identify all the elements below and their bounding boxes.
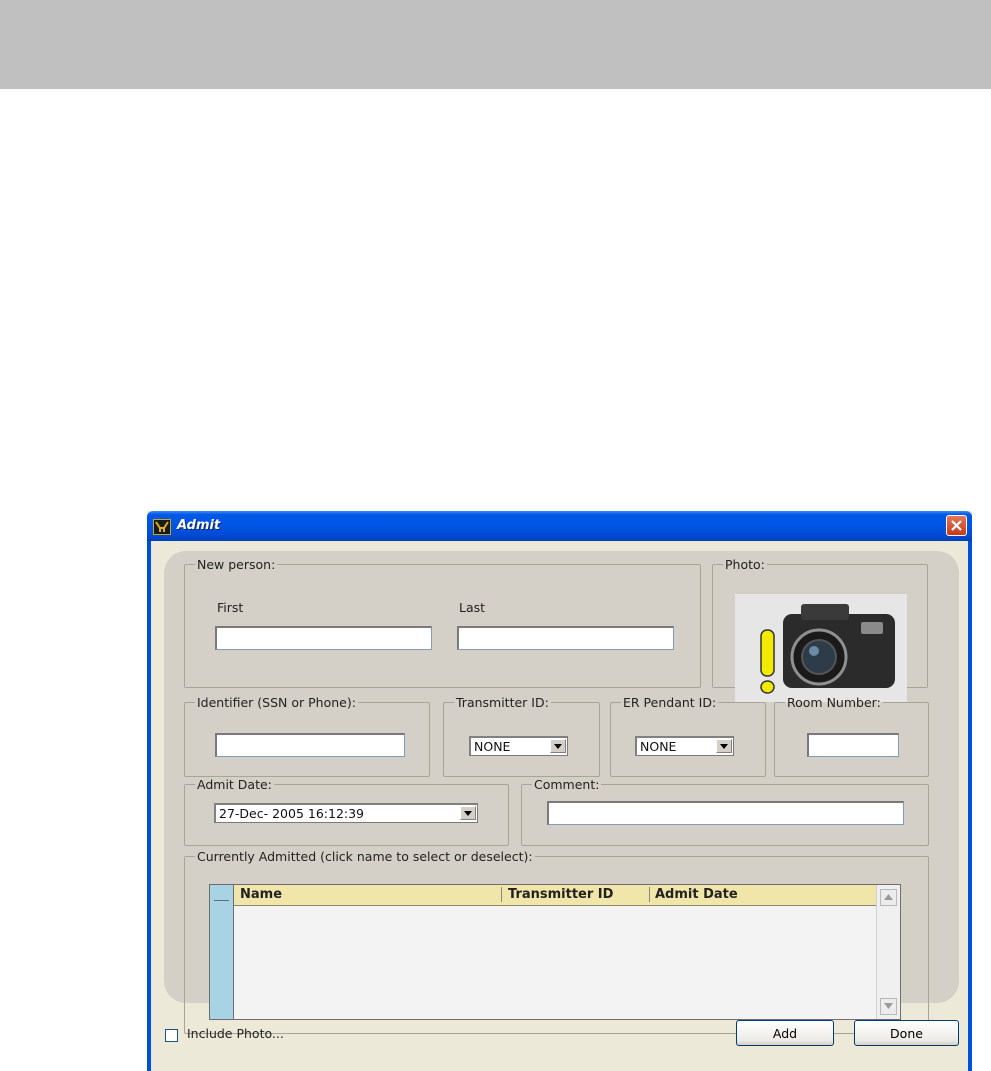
er-pendant-id-select[interactable]: NONE — [635, 736, 734, 756]
identifier-group: Identifier (SSN or Phone): — [184, 695, 430, 777]
currently-admitted-group: Currently Admitted (click name to select… — [184, 849, 929, 1034]
admit-date-picker[interactable]: 27-Dec- 2005 16:12:39 — [214, 803, 478, 823]
new-person-legend: New person: — [197, 557, 276, 572]
er-pendant-dropdown-button[interactable] — [716, 739, 732, 753]
transmitter-dropdown-button[interactable] — [550, 739, 566, 753]
scroll-down-button[interactable] — [880, 998, 897, 1015]
last-name-label: Last — [459, 600, 486, 615]
warning-exclamation-icon — [760, 629, 775, 694]
last-name-input[interactable] — [457, 626, 674, 650]
transmitter-id-select[interactable]: NONE — [469, 736, 568, 756]
first-name-label: First — [217, 600, 244, 615]
admit-dialog: Admit New person: First Last Photo: Iden… — [147, 511, 972, 1071]
photo-legend: Photo: — [725, 557, 765, 572]
close-icon — [951, 520, 962, 531]
new-person-group: New person: First Last — [184, 557, 701, 688]
scroll-up-button[interactable] — [880, 889, 897, 906]
admitted-table[interactable]: Name Transmitter ID Admit Date — [209, 884, 901, 1020]
photo-group: Photo: — [712, 557, 928, 702]
row-header-column[interactable] — [210, 885, 234, 1019]
transmitter-id-value: NONE — [474, 739, 511, 754]
room-number-group: Room Number: — [774, 695, 929, 777]
column-header-transmitter-id[interactable]: Transmitter ID — [508, 887, 613, 902]
column-header-name[interactable]: Name — [240, 887, 282, 902]
column-separator — [649, 887, 650, 902]
comment-group: Comment: — [521, 777, 929, 846]
transmitter-id-legend: Transmitter ID: — [456, 695, 549, 710]
column-separator — [501, 887, 502, 902]
comment-legend: Comment: — [534, 777, 600, 792]
window-title: Admit — [177, 518, 221, 533]
room-number-legend: Room Number: — [787, 695, 881, 710]
close-button[interactable] — [946, 515, 967, 536]
comment-input[interactable] — [547, 801, 904, 825]
admit-date-value: 27-Dec- 2005 16:12:39 — [219, 806, 365, 821]
er-pendant-id-group: ER Pendant ID: NONE — [610, 695, 766, 777]
admit-date-legend: Admit Date: — [197, 777, 272, 792]
er-pendant-id-value: NONE — [640, 739, 677, 754]
admit-date-dropdown-button[interactable] — [460, 806, 476, 820]
camera-icon — [783, 604, 895, 688]
window-border-right — [968, 541, 972, 1071]
column-header-admit-date[interactable]: Admit Date — [655, 887, 738, 902]
table-header: Name Transmitter ID Admit Date — [234, 885, 877, 906]
photo-placeholder[interactable] — [735, 594, 907, 702]
chevron-down-icon — [554, 744, 562, 749]
transmitter-id-group: Transmitter ID: NONE — [443, 695, 600, 777]
admit-date-group: Admit Date: 27-Dec- 2005 16:12:39 — [184, 777, 509, 846]
window-border-left — [147, 541, 151, 1071]
chevron-down-icon — [884, 1003, 893, 1009]
include-photo-checkbox[interactable] — [165, 1029, 178, 1042]
first-name-input[interactable] — [215, 626, 432, 650]
chevron-down-icon — [720, 744, 728, 749]
form-panel: New person: First Last Photo: Identifier… — [164, 551, 959, 1034]
title-bar[interactable]: Admit — [147, 511, 972, 541]
identifier-input[interactable] — [215, 733, 405, 757]
chevron-up-icon — [884, 894, 893, 900]
include-photo-label[interactable]: Include Photo... — [187, 1026, 284, 1041]
chevron-down-icon — [464, 811, 472, 816]
add-button[interactable]: Add — [736, 1020, 834, 1046]
er-pendant-id-legend: ER Pendant ID: — [623, 695, 717, 710]
vertical-scrollbar[interactable] — [876, 885, 900, 1019]
app-logo-icon — [153, 519, 171, 535]
room-number-input[interactable] — [807, 733, 899, 757]
done-button[interactable]: Done — [854, 1020, 959, 1046]
identifier-legend: Identifier (SSN or Phone): — [197, 695, 356, 710]
top-gray-banner — [0, 0, 991, 89]
currently-admitted-legend: Currently Admitted (click name to select… — [197, 849, 533, 864]
